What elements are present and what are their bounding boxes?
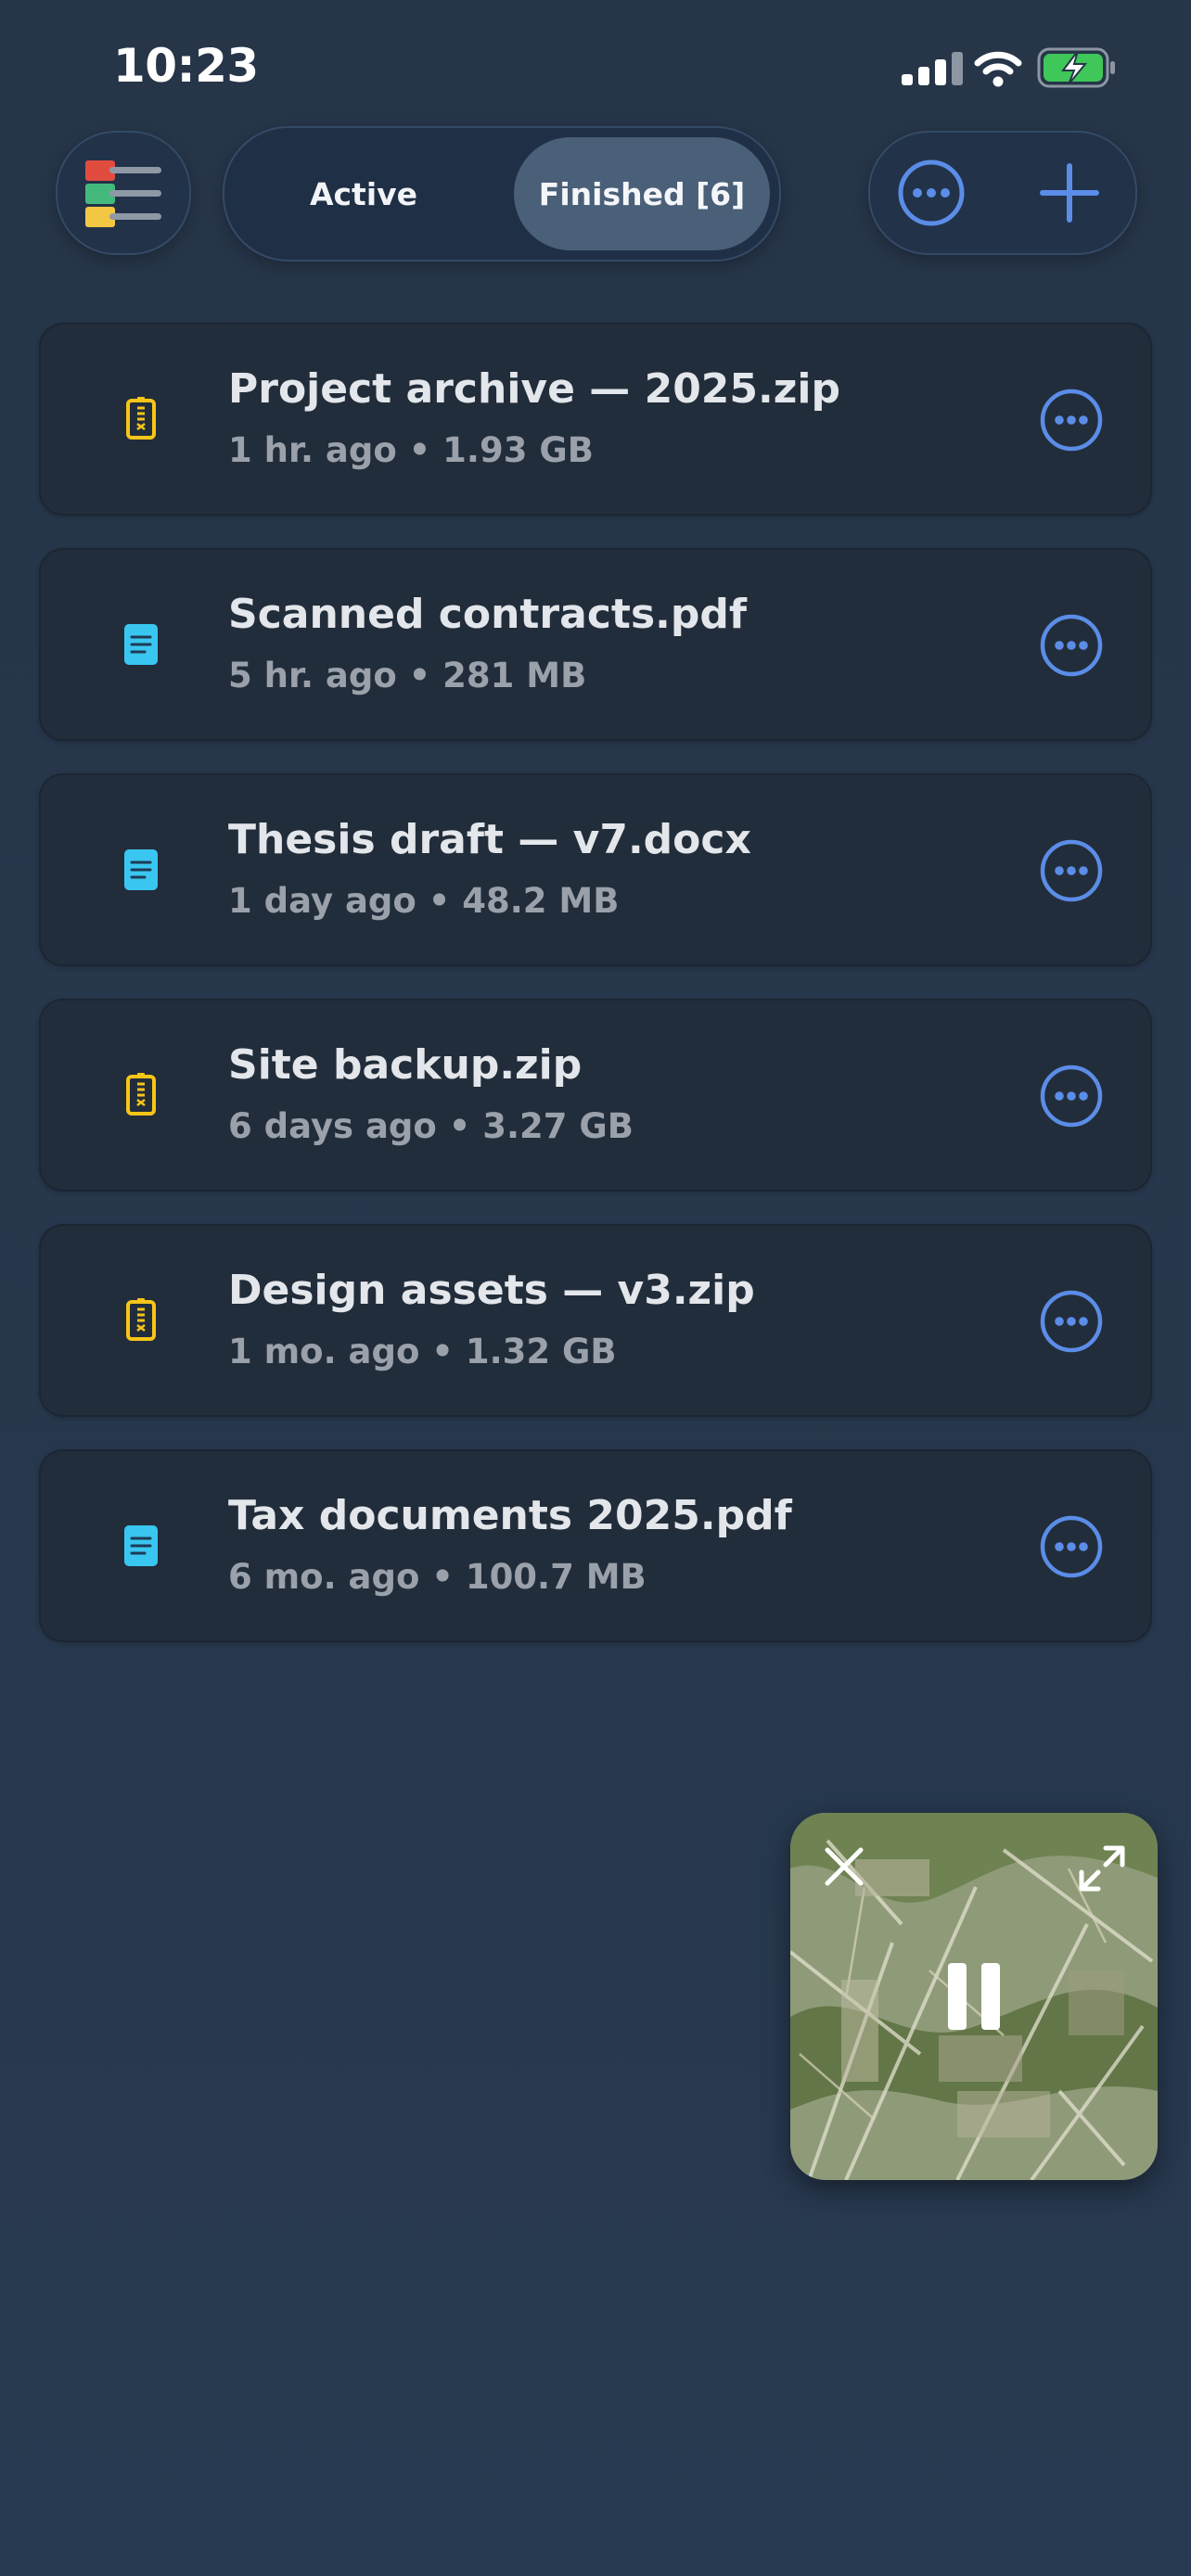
file-name: Scanned contracts.pdf	[228, 591, 747, 638]
close-icon[interactable]	[818, 1841, 870, 1893]
list-item[interactable]: Site backup.zip 6 days ago • 3.27 GB	[39, 999, 1152, 1192]
list-item[interactable]: Design assets — v3.zip 1 mo. ago • 1.32 …	[39, 1224, 1152, 1417]
more-circle-icon[interactable]	[1039, 1064, 1104, 1129]
battery-charging-icon	[1037, 47, 1115, 88]
plus-icon[interactable]	[1037, 160, 1102, 225]
file-name: Site backup.zip	[228, 1041, 583, 1089]
expand-icon[interactable]	[1074, 1841, 1130, 1896]
file-name: Tax documents 2025.pdf	[228, 1492, 792, 1539]
color-list-menu-icon	[85, 160, 161, 227]
list-item[interactable]: Tax documents 2025.pdf 6 mo. ago • 100.7…	[39, 1449, 1152, 1642]
file-name: Project archive — 2025.zip	[228, 365, 840, 413]
more-circle-icon[interactable]	[1039, 613, 1104, 678]
more-circle-icon[interactable]	[1039, 838, 1104, 903]
file-meta: 1 hr. ago • 1.93 GB	[228, 430, 594, 470]
zip-file-icon	[126, 1298, 156, 1341]
list-item[interactable]: Thesis draft — v7.docx 1 day ago • 48.2 …	[39, 773, 1152, 966]
tab-active[interactable]: Active	[224, 128, 503, 260]
document-icon	[124, 624, 158, 665]
file-name: Design assets — v3.zip	[228, 1267, 755, 1314]
downloads-list: Project archive — 2025.zip 1 hr. ago • 1…	[39, 323, 1152, 1675]
file-meta: 5 hr. ago • 281 MB	[228, 656, 587, 695]
document-icon	[124, 849, 158, 890]
more-circle-icon[interactable]	[1039, 1514, 1104, 1579]
list-item[interactable]: Scanned contracts.pdf 5 hr. ago • 281 MB	[39, 548, 1152, 741]
pip-video-player[interactable]	[790, 1813, 1158, 2180]
menu-button[interactable]	[56, 131, 191, 255]
zip-file-icon	[126, 397, 156, 440]
list-item[interactable]: Project archive — 2025.zip 1 hr. ago • 1…	[39, 323, 1152, 516]
cellular-signal-icon	[902, 52, 963, 85]
wifi-icon	[974, 51, 1022, 87]
more-circle-icon[interactable]	[1039, 1289, 1104, 1354]
document-icon	[124, 1525, 158, 1566]
more-circle-icon[interactable]	[896, 158, 967, 228]
pause-icon[interactable]	[946, 1961, 1002, 2032]
file-meta: 6 mo. ago • 100.7 MB	[228, 1557, 647, 1597]
file-name: Thesis draft — v7.docx	[228, 816, 751, 863]
toolbar-actions	[868, 131, 1137, 255]
playback-progress[interactable]	[790, 2174, 809, 2180]
file-meta: 1 day ago • 48.2 MB	[228, 881, 620, 921]
tab-finished[interactable]: Finished [6]	[514, 137, 770, 250]
filter-segmented-control: Active Finished [6]	[223, 126, 781, 261]
zip-file-icon	[126, 1073, 156, 1116]
status-time: 10:23	[113, 39, 259, 93]
file-meta: 6 days ago • 3.27 GB	[228, 1106, 634, 1146]
file-meta: 1 mo. ago • 1.32 GB	[228, 1332, 617, 1371]
more-circle-icon[interactable]	[1039, 388, 1104, 453]
